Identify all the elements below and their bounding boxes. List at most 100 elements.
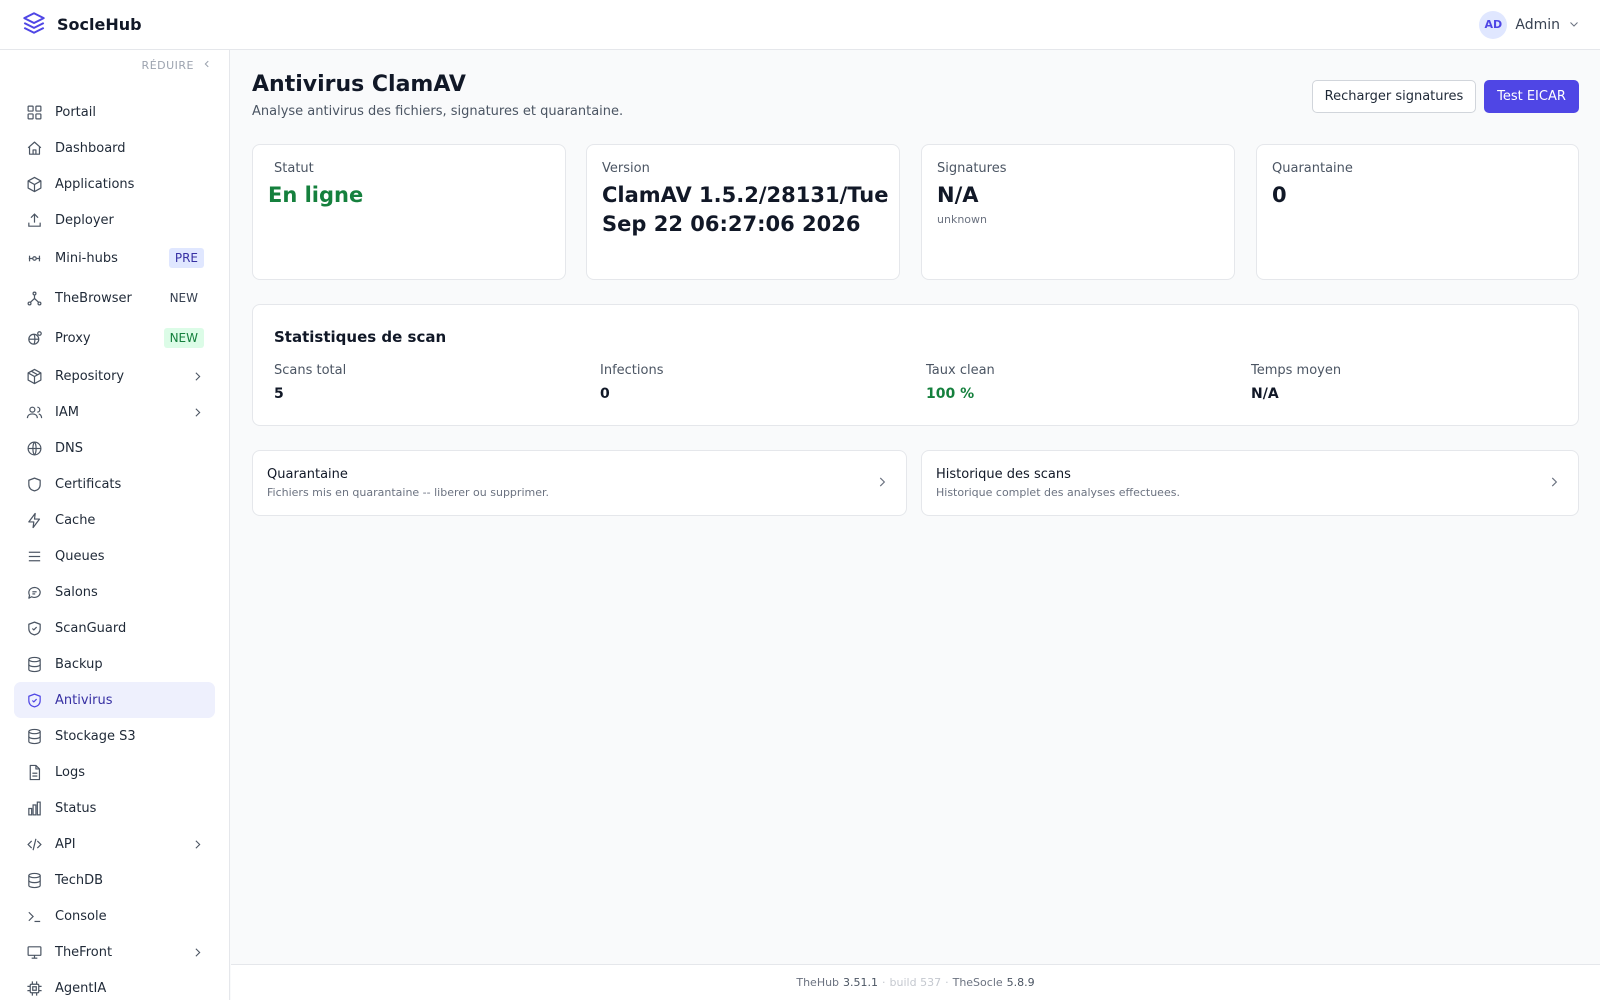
- shield-check-icon: [25, 691, 43, 709]
- sidebar-item-techdb[interactable]: TechDB: [14, 862, 215, 898]
- sidebar-item-label: Stockage S3: [55, 728, 136, 744]
- clean-rate-stat: Taux clean 100 %: [926, 363, 995, 402]
- shield-icon: [25, 475, 43, 493]
- scans-total-value: 5: [274, 386, 284, 402]
- reload-signatures-button[interactable]: Recharger signatures: [1312, 80, 1476, 113]
- sidebar-item-label: Mini-hubs: [55, 250, 118, 266]
- status-value: En ligne: [268, 183, 364, 207]
- user-menu[interactable]: AD Admin: [1479, 10, 1580, 39]
- sidebar-item-scanguard[interactable]: ScanGuard: [14, 610, 215, 646]
- package-icon: [25, 367, 43, 385]
- separator: ·: [882, 976, 886, 989]
- avg-time-value: N/A: [1251, 386, 1279, 402]
- sidebar-item-salons[interactable]: Salons: [14, 574, 215, 610]
- user-name: Admin: [1515, 16, 1560, 33]
- sidebar-item-dashboard[interactable]: Dashboard: [14, 130, 215, 166]
- sidebar-item-label: AgentIA: [55, 980, 107, 996]
- home-icon: [25, 139, 43, 157]
- new-badge: NEW: [169, 291, 198, 305]
- socle-label: TheSocle: [952, 976, 1003, 989]
- database-icon: [25, 655, 43, 673]
- sidebar-item-agentia[interactable]: AgentIA: [14, 970, 215, 1000]
- sidebar-item-dns[interactable]: DNS: [14, 430, 215, 466]
- layers-icon: [21, 10, 47, 40]
- footer: TheHub 3.51.1 · build 537 · TheSocle 5.8…: [231, 964, 1600, 1000]
- quarantine-card: Quarantaine 0: [1256, 144, 1579, 280]
- version-label: Version: [602, 161, 650, 176]
- sidebar-item-label: Dashboard: [55, 140, 126, 156]
- grid-icon: [25, 103, 43, 121]
- sidebar-item-queues[interactable]: Queues: [14, 538, 215, 574]
- box-icon: [25, 175, 43, 193]
- sidebar-item-label: Certificats: [55, 476, 122, 492]
- sidebar-item-status[interactable]: Status: [14, 790, 215, 826]
- chevron-right-icon: [875, 474, 889, 493]
- sidebar-item-iam[interactable]: IAM: [14, 394, 215, 430]
- brand[interactable]: SocleHub: [21, 10, 142, 40]
- hub-label: TheHub: [796, 976, 840, 989]
- infections-value: 0: [600, 386, 610, 402]
- sidebar-item-label: Antivirus: [55, 692, 113, 708]
- upload-icon: [25, 211, 43, 229]
- sidebar-item-label: Queues: [55, 548, 105, 564]
- avatar: AD: [1479, 10, 1508, 39]
- clean-rate-label: Taux clean: [926, 363, 995, 378]
- globe-icon: [25, 439, 43, 457]
- new-badge: NEW: [163, 328, 204, 348]
- chevron-right-icon: [1547, 474, 1561, 493]
- scan-history-link-card[interactable]: Historique des scans Historique complet …: [921, 450, 1579, 516]
- scans-total-label: Scans total: [274, 363, 347, 378]
- sidebar-item-applications[interactable]: Applications: [14, 166, 215, 202]
- sidebar-item-cache[interactable]: Cache: [14, 502, 215, 538]
- quarantine-link-desc: Fichiers mis en quarantaine -- liberer o…: [267, 486, 549, 499]
- sidebar-item-label: Console: [55, 908, 107, 924]
- sidebar-item-label: Repository: [55, 368, 125, 384]
- sidebar-item-label: API: [55, 836, 76, 852]
- sidebar-item-certificats[interactable]: Certificats: [14, 466, 215, 502]
- sidebar-item-label: TheBrowser: [55, 290, 132, 306]
- sidebar-item-portail[interactable]: Portail: [14, 94, 215, 130]
- sidebar-item-label: Portail: [55, 104, 96, 120]
- chevron-down-icon: [1568, 15, 1580, 34]
- sidebar-item-proxy[interactable]: Proxy NEW: [14, 318, 215, 358]
- quarantine-link-card[interactable]: Quarantaine Fichiers mis en quarantaine …: [252, 450, 907, 516]
- sidebar-item-thefront[interactable]: TheFront: [14, 934, 215, 970]
- bar-chart-icon: [25, 799, 43, 817]
- users-icon: [25, 403, 43, 421]
- sidebar-nav: Portail Dashboard Applications Deployer …: [14, 94, 215, 1000]
- pre-badge: PRE: [168, 248, 204, 268]
- version-card: Version ClamAV 1.5.2/28131/Tue Sep 22 06…: [586, 144, 900, 280]
- sidebar-item-console[interactable]: Console: [14, 898, 215, 934]
- collapse-sidebar-button[interactable]: RÉDUIRE: [0, 50, 229, 78]
- bolt-icon: [25, 511, 43, 529]
- quarantine-value: 0: [1272, 183, 1287, 207]
- sliders-icon: [25, 249, 43, 267]
- sidebar-item-stockage-s3[interactable]: Stockage S3: [14, 718, 215, 754]
- test-eicar-button[interactable]: Test EICAR: [1484, 80, 1579, 113]
- sidebar-item-label: Applications: [55, 176, 135, 192]
- version-value: ClamAV 1.5.2/28131/Tue Sep 22 06:27:06 2…: [602, 183, 889, 236]
- sidebar-item-api[interactable]: API: [14, 826, 215, 862]
- sidebar-item-label: Backup: [55, 656, 103, 672]
- sidebar-item-logs[interactable]: Logs: [14, 754, 215, 790]
- signatures-value: N/A: [937, 183, 979, 207]
- file-text-icon: [25, 763, 43, 781]
- sidebar-item-label: Deployer: [55, 212, 114, 228]
- sidebar-item-mini-hubs[interactable]: Mini-hubs PRE: [14, 238, 215, 278]
- sidebar-item-backup[interactable]: Backup: [14, 646, 215, 682]
- scan-history-link-desc: Historique complet des analyses effectue…: [936, 486, 1180, 499]
- page-subtitle: Analyse antivirus des fichiers, signatur…: [252, 104, 624, 119]
- network-icon: [25, 289, 43, 307]
- sidebar-item-repository[interactable]: Repository: [14, 358, 215, 394]
- sidebar-item-thebrowser[interactable]: TheBrowser NEW: [14, 278, 215, 318]
- list-icon: [25, 547, 43, 565]
- sidebar-item-label: Logs: [55, 764, 85, 780]
- terminal-icon: [25, 907, 43, 925]
- sidebar-item-antivirus[interactable]: Antivirus: [14, 682, 215, 718]
- socle-version: 5.8.9: [1006, 976, 1035, 989]
- sidebar-item-deployer[interactable]: Deployer: [14, 202, 215, 238]
- signatures-sub: unknown: [937, 213, 987, 226]
- code-icon: [25, 835, 43, 853]
- chevron-left-icon: [202, 59, 212, 72]
- build-number: build 537: [889, 976, 942, 989]
